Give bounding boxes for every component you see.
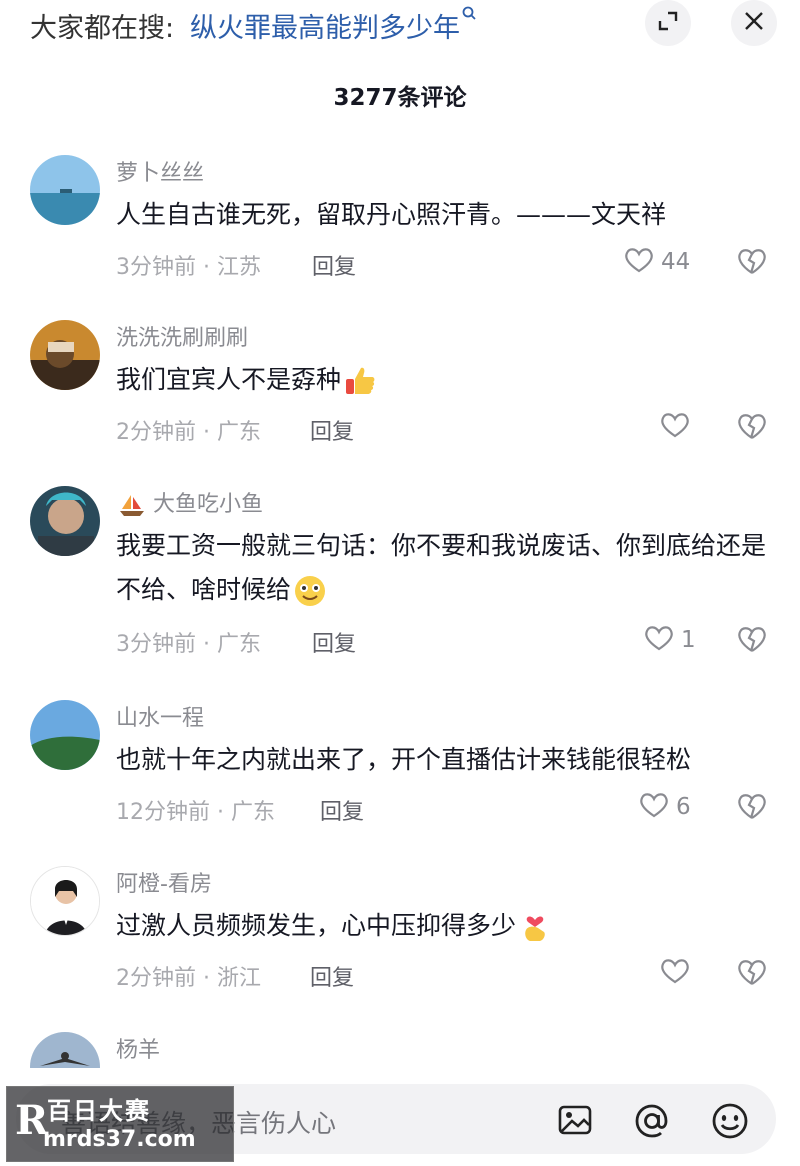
- comment-text-content: 过激人员频频发生，心中压抑得多少: [116, 911, 517, 940]
- comment-meta: 3分钟前 · 广东: [116, 632, 261, 657]
- close-button[interactable]: [731, 0, 777, 46]
- comment-text-content: 我们宜宾人不是孬种: [116, 365, 342, 394]
- top-bar: 大家都在搜: 纵火罪最高能判多少年: [0, 0, 800, 50]
- finger-heart-emoji-icon: [518, 910, 552, 944]
- reply-button[interactable]: 回复: [312, 626, 356, 658]
- watermark: R 百日大赛 mrds37.com: [6, 1086, 234, 1162]
- broken-heart-icon: [735, 414, 769, 447]
- avatar[interactable]: [30, 320, 100, 390]
- watermark-url: mrds37.com: [43, 1127, 196, 1152]
- like-button[interactable]: 1: [643, 622, 696, 658]
- username[interactable]: 杨羊: [116, 1032, 160, 1064]
- dislike-button[interactable]: [735, 789, 769, 823]
- mention-icon[interactable]: [632, 1101, 670, 1139]
- hot-search-link[interactable]: 纵火罪最高能判多少年: [190, 6, 478, 45]
- comment-meta: 2分钟前 · 广东: [116, 420, 261, 445]
- avatar[interactable]: [30, 866, 100, 936]
- sailboat-icon: [118, 492, 146, 517]
- username[interactable]: 阿橙-看房: [116, 866, 212, 898]
- close-icon: [743, 10, 765, 36]
- avatar[interactable]: [30, 486, 100, 556]
- like-count: 1: [681, 627, 696, 653]
- comment-text: 也就十年之内就出来了，开个直播估计来钱能很轻松: [116, 745, 692, 774]
- thumbs-up-emoji-icon: [343, 364, 377, 398]
- comment-count: 3277条评论: [333, 85, 467, 111]
- username-text: 大鱼吃小鱼: [153, 492, 264, 517]
- broken-heart-icon: [735, 627, 769, 660]
- search-prefix-label: 大家都在搜:: [30, 13, 175, 44]
- expand-icon: [657, 10, 679, 36]
- comment-text: 我要工资一般就三句话：你不要和我说废话、你到底给还是不给、啥时候给: [116, 524, 776, 612]
- like-button[interactable]: [659, 955, 691, 991]
- avatar[interactable]: [30, 700, 100, 770]
- heart-icon: [659, 955, 691, 991]
- comment-text: 我们宜宾人不是孬种: [116, 358, 776, 402]
- comment-meta: 3分钟前 · 江苏: [116, 255, 261, 280]
- comment-meta: 2分钟前 · 浙江: [116, 966, 261, 991]
- comment-meta: 12分钟前 · 广东: [116, 800, 275, 825]
- dislike-button[interactable]: [735, 955, 769, 989]
- watermark-title: 百日大赛: [47, 1097, 151, 1125]
- username[interactable]: 洗洗洗刷刷刷: [116, 320, 248, 352]
- heart-icon: [643, 622, 675, 658]
- reply-button[interactable]: 回复: [320, 794, 364, 826]
- search-icon: [462, 6, 478, 28]
- comment-text: 人生自古谁无死，留取丹心照汗青。———文天祥: [116, 200, 667, 229]
- username[interactable]: 萝卜丝丝: [116, 155, 204, 187]
- heart-icon: [623, 244, 655, 280]
- heart-icon: [638, 789, 670, 825]
- username[interactable]: 山水一程: [116, 700, 204, 732]
- dislike-button[interactable]: [735, 622, 769, 656]
- image-icon[interactable]: [556, 1101, 594, 1139]
- avatar[interactable]: [30, 155, 100, 225]
- hot-search-text: 纵火罪最高能判多少年: [190, 13, 460, 44]
- heart-icon: [659, 409, 691, 445]
- like-button[interactable]: [659, 409, 691, 445]
- emoji-icon[interactable]: [710, 1101, 748, 1139]
- broken-heart-icon: [735, 794, 769, 827]
- like-count: 6: [676, 794, 691, 820]
- dislike-button[interactable]: [735, 244, 769, 278]
- like-button[interactable]: 44: [623, 244, 690, 280]
- reply-button[interactable]: 回复: [310, 414, 354, 446]
- reply-button[interactable]: 回复: [312, 249, 356, 281]
- smile-emoji-icon: [293, 574, 327, 608]
- comment-text-content: 我要工资一般就三句话：你不要和我说废话、你到底给还是不给、啥时候给: [116, 531, 767, 604]
- comment-text: 过激人员频频发生，心中压抑得多少: [116, 904, 776, 948]
- broken-heart-icon: [735, 960, 769, 993]
- reply-button[interactable]: 回复: [310, 960, 354, 992]
- dislike-button[interactable]: [735, 409, 769, 443]
- expand-button[interactable]: [645, 0, 691, 46]
- username[interactable]: 大鱼吃小鱼: [118, 486, 263, 518]
- like-button[interactable]: 6: [638, 789, 691, 825]
- like-count: 44: [661, 249, 691, 275]
- broken-heart-icon: [735, 249, 769, 282]
